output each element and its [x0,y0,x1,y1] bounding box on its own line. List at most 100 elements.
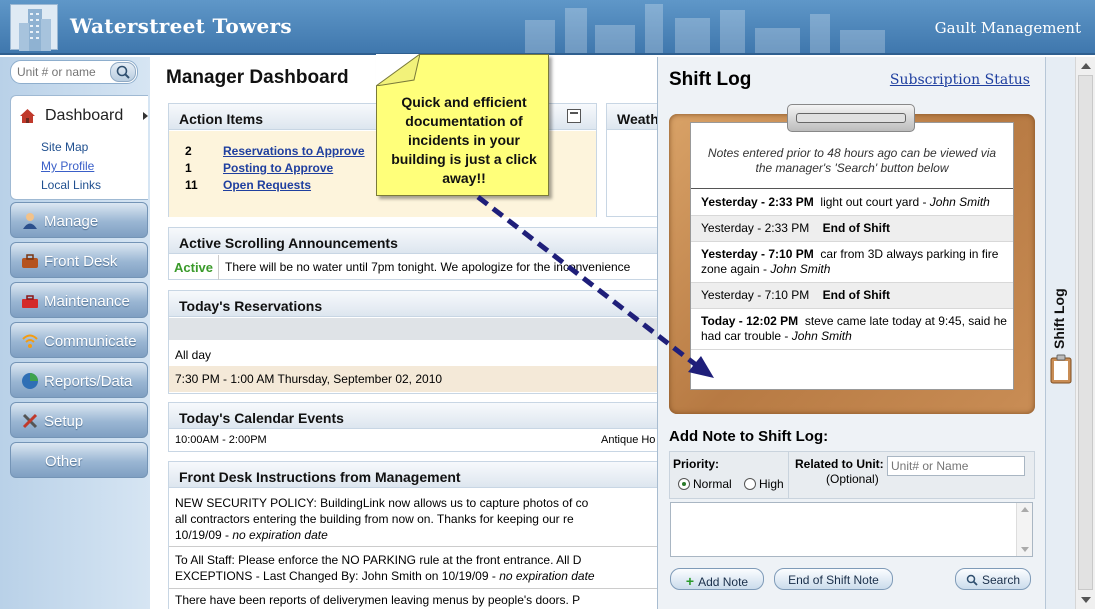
app-header: Waterstreet Towers Gault Management [0,0,1095,55]
entry-time: Today - 12:02 PM [701,314,799,328]
search-icon [116,65,130,79]
entry-author: John Smith [791,329,852,343]
calendar-title: Today's Calendar Events [169,403,657,429]
action-item-row: 1 Posting to Approve [185,161,333,175]
nav-reports-data[interactable]: Reports/Data [10,362,148,398]
priority-normal-option[interactable]: Normal [678,477,732,491]
instruction-meta: - Last Changed By: John Smith on 10/19/0… [252,569,500,583]
instruction-text: There have been reports of deliverymen l… [175,593,581,607]
unit-search-input[interactable] [17,64,109,80]
unit-search [10,60,138,84]
shift-log-entry: Today - 12:02 PM steve came late today a… [691,309,1013,350]
entry-text: End of Shift [822,221,890,235]
nav-other[interactable]: Other [10,442,148,478]
dashboard-panel: Dashboard Site Map My Profile Local Link… [10,95,148,200]
nav-maintenance-label: Maintenance [44,293,130,310]
note-textarea[interactable] [670,502,1033,557]
clipboard-icon [1050,354,1072,384]
search-button[interactable]: Search [955,568,1031,590]
nav-site-map[interactable]: Site Map [41,140,88,154]
nav-setup[interactable]: Setup [10,402,148,438]
add-note-form: Priority: Normal High Related to Unit: (… [669,451,1035,499]
instructions-box: Front Desk Instructions from Management … [168,461,658,609]
instruction-meta: 10/19/09 - [175,528,233,542]
clipboard-clip [787,104,915,132]
radio-normal[interactable] [678,478,690,490]
scroll-down-icon[interactable] [1081,597,1091,603]
instruction-expiry: no expiration date [499,569,595,583]
action-item-count: 11 [185,178,198,192]
instruction-text: all contractors entering the building fr… [175,512,574,526]
scroll-up-icon[interactable] [1081,63,1091,69]
sidebar: Dashboard Site Map My Profile Local Link… [0,57,150,609]
shift-log-entry: Yesterday - 7:10 PM car from 3D always p… [691,242,1013,283]
entry-text: End of Shift [822,288,890,302]
action-item-count: 1 [185,161,192,175]
nav-front-desk[interactable]: Front Desk [10,242,148,278]
entry-time: Yesterday - 2:33 PM [701,195,814,209]
house-icon [20,109,35,123]
scroll-thumb[interactable] [1078,75,1093,590]
search-button-label: Search [981,573,1021,587]
wifi-icon [22,334,38,348]
nav-dashboard[interactable]: Dashboard [20,107,124,125]
page-title: Manager Dashboard [166,67,349,88]
app-brand-title: Waterstreet Towers [70,14,292,38]
nav-local-links[interactable]: Local Links [41,178,101,192]
action-item-link[interactable]: Reservations to Approve [223,144,365,158]
instruction-expiry: no expiration date [232,528,328,542]
reservations-header-row [169,318,657,340]
search-icon [966,574,978,586]
person-icon [23,213,37,229]
add-note-button[interactable]: + Add Note [670,568,764,590]
instruction-text: NEW SECURITY POLICY: BuildingLink now al… [175,496,589,510]
textarea-scrollbar[interactable] [1016,503,1032,556]
nav-other-label: Other [45,453,83,470]
entry-time: Yesterday - 7:10 PM [701,288,810,302]
nav-my-profile[interactable]: My Profile [41,159,94,173]
page-scrollbar[interactable] [1075,57,1095,609]
calendar-box: Today's Calendar Events 10:00AM - 2:00PM… [168,402,658,452]
nav-front-desk-label: Front Desk [44,253,118,270]
nav-communicate[interactable]: Communicate [10,322,148,358]
clipboard: Notes entered prior to 48 hours ago can … [669,104,1035,414]
announcements-box: Active Scrolling Announcements Active Th… [168,227,658,280]
callout-note: Quick and efficient documentation of inc… [376,54,549,196]
unit-search-button[interactable] [110,62,136,82]
reservation-row: 7:30 PM - 1:00 AM Thursday, September 02… [169,366,657,392]
announcements-title: Active Scrolling Announcements [169,228,657,254]
instruction-text: To All Staff: Please enforce the NO PARK… [175,553,582,567]
nav-communicate-label: Communicate [44,333,137,350]
action-item-link[interactable]: Open Requests [223,178,311,192]
reservation-row: All day [175,348,212,362]
shift-log-entry: Yesterday - 2:33 PM End of Shift [691,216,1013,242]
shift-log-entry: Yesterday - 7:10 PM End of Shift [691,283,1013,309]
end-of-shift-label: End of Shift Note [788,573,879,587]
chevron-right-icon [143,112,148,120]
nav-setup-label: Setup [44,413,84,430]
priority-high-label: High [759,477,784,491]
shift-log-tab[interactable]: Shift Log [1045,57,1075,609]
radio-high[interactable] [744,478,756,490]
plus-icon: + [685,573,695,589]
related-unit-label: Related to Unit: [795,457,884,471]
entry-author: John Smith [770,262,831,276]
instruction-item: NEW SECURITY POLICY: BuildingLink now al… [175,495,657,543]
nav-maintenance[interactable]: Maintenance [10,282,148,318]
related-unit-input[interactable] [887,456,1025,476]
minimize-icon[interactable] [567,109,581,123]
nav-dashboard-label: Dashboard [45,107,124,124]
action-item-link[interactable]: Posting to Approve [223,161,333,175]
divider [169,546,657,547]
calendar-event-name[interactable]: Antique Ho [601,434,655,446]
subscription-status-link[interactable]: Subscription Status [890,72,1030,88]
priority-normal-label: Normal [693,477,732,491]
priority-label: Priority: [673,457,720,471]
callout-text: Quick and efficient documentation of inc… [391,94,537,186]
end-of-shift-button[interactable]: End of Shift Note [774,568,893,590]
reservations-title: Today's Reservations [169,291,657,317]
priority-high-option[interactable]: High [744,477,784,491]
nav-manage[interactable]: Manage [10,202,148,238]
entry-time: Yesterday - 2:33 PM [701,221,810,235]
add-note-title: Add Note to Shift Log: [669,428,829,445]
